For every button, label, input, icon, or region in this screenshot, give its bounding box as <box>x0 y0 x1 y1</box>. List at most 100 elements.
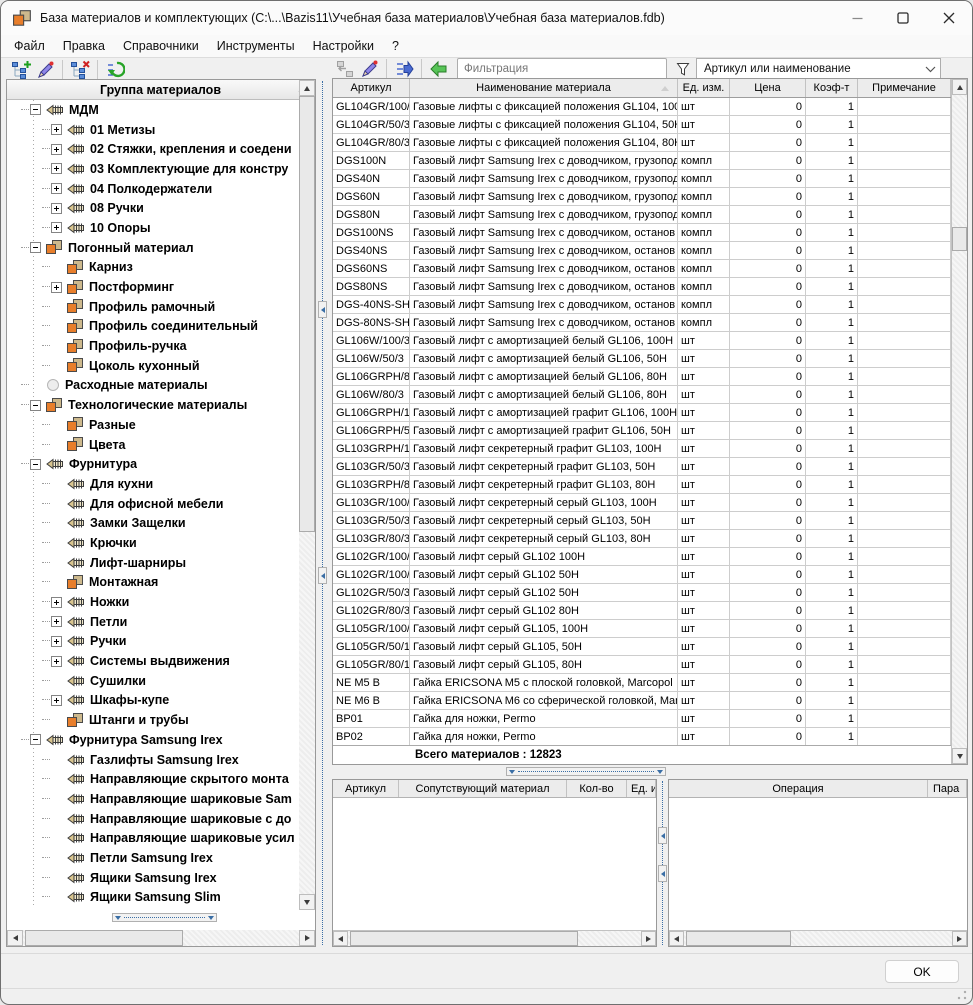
scroll-thumb[interactable] <box>686 931 791 946</box>
table-row[interactable]: GL105GR/50/1Газовый лифт серый GL105, 50… <box>333 638 951 656</box>
expand-icon[interactable] <box>51 636 62 647</box>
tree-item[interactable]: Ножки <box>7 592 299 612</box>
tree-item[interactable]: Разные <box>7 415 299 435</box>
close-button[interactable] <box>926 1 972 35</box>
bottom-vertical-splitter[interactable] <box>657 779 668 947</box>
tree-item[interactable]: Петли Samsung Irex <box>7 848 299 868</box>
tree-item[interactable]: Газлифты Samsung Irex <box>7 750 299 770</box>
table-row[interactable]: GL103GR/100/3Газовый лифт секретерный се… <box>333 494 951 512</box>
ok-button[interactable]: OK <box>885 960 959 983</box>
tree-item[interactable]: Монтажная <box>7 573 299 593</box>
table-row[interactable]: GL103GR/50/3Газовый лифт секретерный гра… <box>333 458 951 476</box>
collapse-icon[interactable] <box>30 734 41 745</box>
column-header[interactable]: Пара <box>928 780 967 797</box>
tree-item[interactable]: Постформинг <box>7 277 299 297</box>
tree-item[interactable]: Замки Защелки <box>7 513 299 533</box>
table-row[interactable]: GL106W/100/3Газовый лифт с амортизацией … <box>333 332 951 350</box>
tree-item[interactable]: Направляющие шариковые усил <box>7 828 299 848</box>
scroll-thumb[interactable] <box>25 930 183 946</box>
tree-item[interactable]: Штанги и трубы <box>7 710 299 730</box>
tree-item[interactable]: 10 Опоры <box>7 218 299 238</box>
table-row[interactable]: NE M6 BГайка ERICSONA M6 со сферической … <box>333 692 951 710</box>
tree-item[interactable]: Системы выдвижения <box>7 651 299 671</box>
tree-item[interactable]: Расходные материалы <box>7 376 299 396</box>
tree-vertical-scrollbar[interactable] <box>299 80 315 910</box>
expand-icon[interactable] <box>51 163 62 174</box>
table-row[interactable]: GL103GR/80/3Газовый лифт секретерный сер… <box>333 530 951 548</box>
table-row[interactable]: GL102GR/50/3Газовый лифт серый GL102 50Н… <box>333 584 951 602</box>
tree-item[interactable]: Ручки <box>7 632 299 652</box>
table-row[interactable]: DGS-40NS-SHOГазовый лифт Samsung Irex с … <box>333 296 951 314</box>
table-row[interactable]: DGS40NГазовый лифт Samsung Irex с доводч… <box>333 170 951 188</box>
table-row[interactable]: GL102GR/100/3Газовый лифт серый GL102 50… <box>333 566 951 584</box>
tree-item[interactable]: Фурнитура <box>7 454 299 474</box>
table-row[interactable]: DGS100NГазовый лифт Samsung Irex с довод… <box>333 152 951 170</box>
table-row[interactable]: NE M5 BГайка ERICSONA M5 с плоской голов… <box>333 674 951 692</box>
table-row[interactable]: DGS40NSГазовый лифт Samsung Irex с довод… <box>333 242 951 260</box>
table-row[interactable]: GL103GRPH/100/3Газовый лифт секретерный … <box>333 440 951 458</box>
expand-icon[interactable] <box>51 597 62 608</box>
main-vertical-splitter[interactable] <box>317 79 330 947</box>
column-header[interactable]: Коэф-т <box>806 79 858 97</box>
tree-item[interactable]: Лифт-шарниры <box>7 553 299 573</box>
tree-item[interactable]: 02 Стяжки, крепления и соедени <box>7 139 299 159</box>
scroll-thumb[interactable] <box>299 96 315 532</box>
tree-item[interactable]: Профиль соединительный <box>7 317 299 337</box>
tree-item[interactable]: Шкафы-купе <box>7 691 299 711</box>
tree-item[interactable]: Погонный материал <box>7 238 299 258</box>
maximize-button[interactable] <box>880 1 926 35</box>
table-row[interactable]: GL103GRPH/80/3Газовый лифт секретерный г… <box>333 476 951 494</box>
menu-item[interactable]: Настройки <box>304 37 383 55</box>
table-row[interactable]: GL104GR/80/3Газовые лифты с фиксацией по… <box>333 134 951 152</box>
column-header[interactable]: Ед. изм. <box>678 79 730 97</box>
tree-item[interactable]: 03 Комплектующие для констру <box>7 159 299 179</box>
expand-icon[interactable] <box>51 203 62 214</box>
column-header[interactable]: Артикул <box>333 780 399 797</box>
tree-item[interactable]: Ящики Samsung Slim <box>7 888 299 908</box>
minimize-button[interactable] <box>834 1 880 35</box>
scroll-right-arrow[interactable] <box>641 931 656 946</box>
column-header[interactable]: Операция <box>669 780 928 797</box>
tree-item[interactable]: Направляющие шариковые с до <box>7 809 299 829</box>
expand-icon[interactable] <box>51 144 62 155</box>
tree-item[interactable]: Цвета <box>7 435 299 455</box>
column-header[interactable]: Артикул <box>333 79 410 97</box>
operations-horizontal-scrollbar[interactable] <box>669 930 967 946</box>
expand-icon[interactable] <box>51 124 62 135</box>
filter-input[interactable] <box>457 58 667 80</box>
table-row[interactable]: GL105GR/100/1Газовый лифт серый GL105, 1… <box>333 620 951 638</box>
menu-item[interactable]: ? <box>383 37 408 55</box>
collapse-icon[interactable] <box>30 104 41 115</box>
table-row[interactable]: GL104GR/100/3Газовые лифты с фиксацией п… <box>333 98 951 116</box>
column-header[interactable]: Наименование материала <box>410 79 678 97</box>
resize-grip[interactable] <box>957 990 967 1000</box>
filter-field-combobox[interactable]: Артикул или наименование <box>696 58 941 80</box>
tree-horizontal-splitter[interactable] <box>112 913 217 922</box>
expand-icon[interactable] <box>51 695 62 706</box>
tree-item[interactable]: Ящики Samsung Irex <box>7 868 299 888</box>
column-header[interactable]: Сопутствующий материал <box>399 780 567 797</box>
tree-item[interactable]: Профиль-ручка <box>7 336 299 356</box>
collapse-left-button[interactable] <box>318 301 327 318</box>
collapse-icon[interactable] <box>30 242 41 253</box>
table-row[interactable]: GL105GR/80/1Газовый лифт серый GL105, 80… <box>333 656 951 674</box>
table-row[interactable]: GL104GR/50/3Газовые лифты с фиксацией по… <box>333 116 951 134</box>
tree-column-header[interactable]: Группа материалов <box>7 80 315 100</box>
tree-item[interactable]: 04 Полкодержатели <box>7 179 299 199</box>
menu-item[interactable]: Правка <box>54 37 114 55</box>
column-header[interactable]: Ед. изм <box>627 780 656 797</box>
tree-item[interactable]: 08 Ручки <box>7 198 299 218</box>
scroll-left-arrow[interactable] <box>7 930 23 946</box>
tree-item[interactable]: Сушилки <box>7 671 299 691</box>
column-header[interactable]: Кол-во <box>567 780 627 797</box>
expand-icon[interactable] <box>51 222 62 233</box>
tree-item[interactable]: Направляющие скрытого монта <box>7 769 299 789</box>
tree-horizontal-scrollbar[interactable] <box>7 929 315 946</box>
tree-item[interactable]: Для офисной мебели <box>7 494 299 514</box>
tree-item[interactable]: Крючки <box>7 533 299 553</box>
scroll-down-arrow[interactable] <box>952 748 967 764</box>
table-row[interactable]: GL106GRPH/50/3Газовый лифт с амортизацие… <box>333 422 951 440</box>
scroll-left-arrow[interactable] <box>669 931 684 946</box>
tree-item[interactable]: Цоколь кухонный <box>7 356 299 376</box>
expand-icon[interactable] <box>51 183 62 194</box>
